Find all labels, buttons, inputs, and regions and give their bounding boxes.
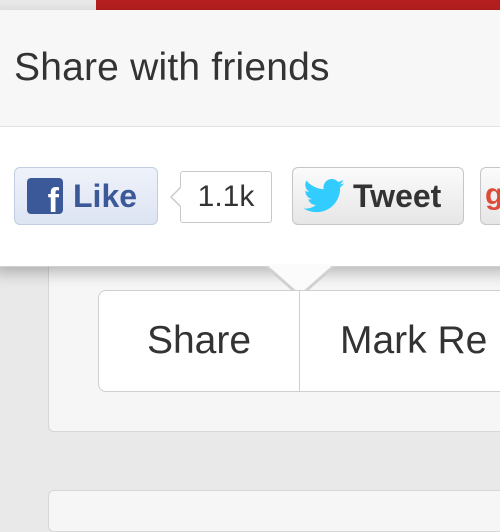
facebook-like-button[interactable]: f Like — [14, 167, 158, 225]
popover-header: Share with friends — [0, 10, 500, 127]
google-plus-button[interactable]: g — [480, 167, 500, 225]
tweet-button[interactable]: Tweet — [292, 167, 464, 225]
popover-body: f Like 1.1k Tweet g — [0, 127, 500, 266]
mark-read-button[interactable]: Mark Re — [300, 291, 500, 391]
action-button-group: Share Mark Re — [98, 290, 500, 392]
tweet-label: Tweet — [353, 177, 442, 214]
share-button[interactable]: Share — [99, 291, 300, 391]
share-popover: Share with friends f Like 1.1k Tweet g — [0, 10, 500, 267]
facebook-icon: f — [27, 178, 63, 218]
twitter-bird-icon — [303, 179, 345, 213]
google-plus-icon: g — [485, 178, 500, 212]
facebook-like-count: 1.1k — [170, 171, 272, 223]
facebook-like-label: Like — [73, 177, 138, 214]
next-article-card — [48, 490, 500, 532]
popover-title: Share with friends — [14, 46, 330, 89]
